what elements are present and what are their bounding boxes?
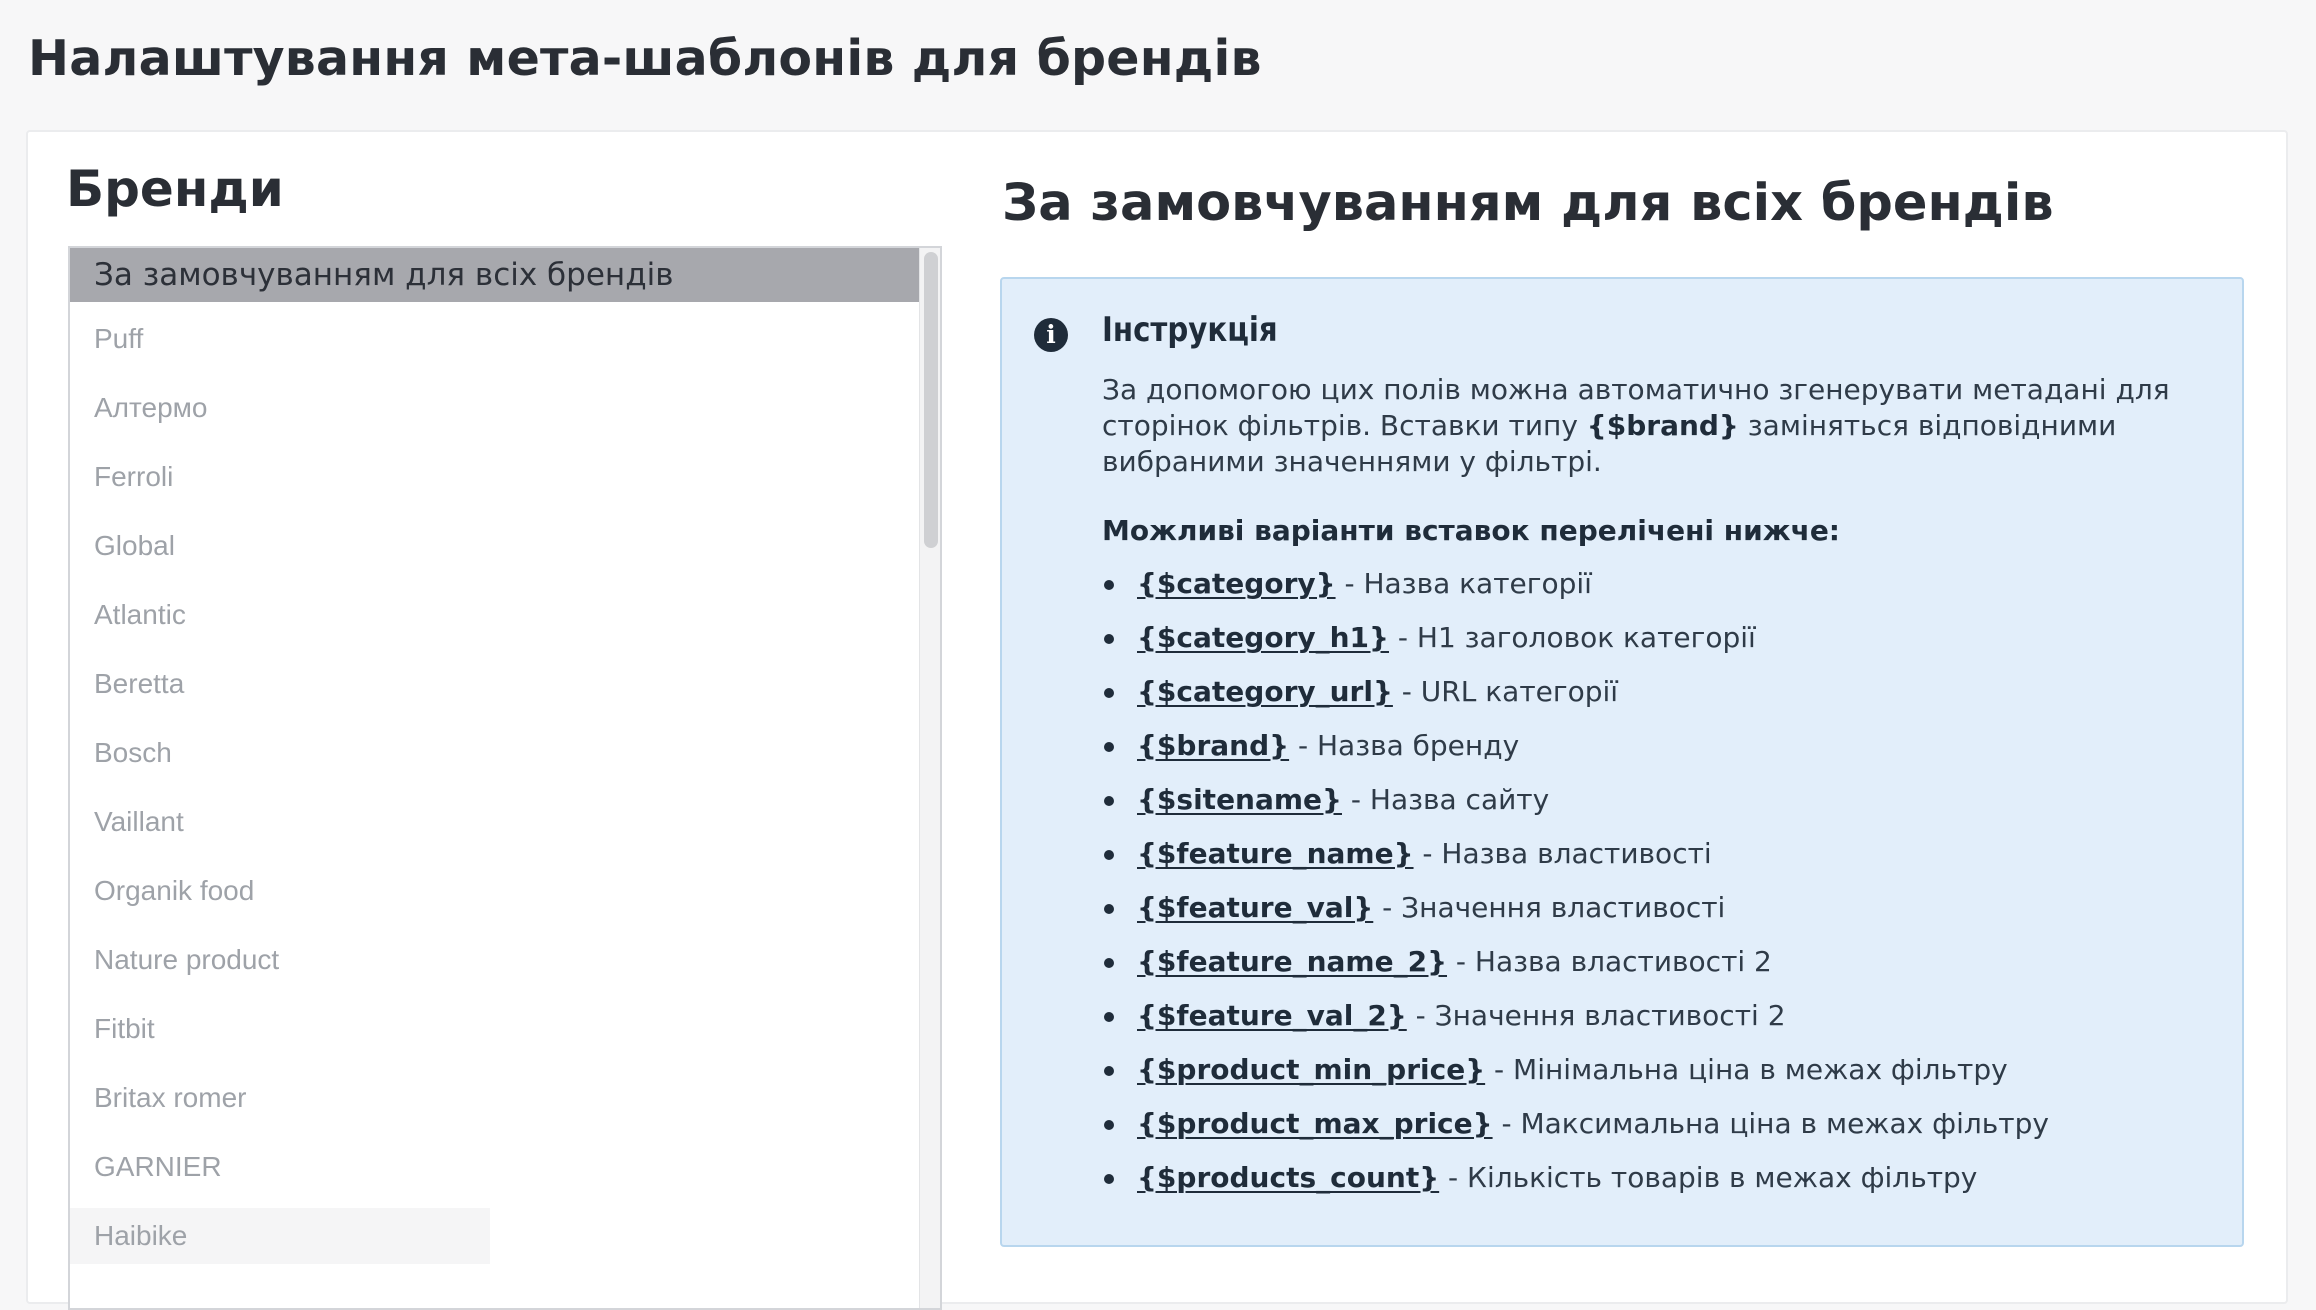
variable-description: - Значення властивості 2 xyxy=(1406,999,1786,1032)
bullet-icon xyxy=(1104,634,1114,644)
variable-description: - Мінімальна ціна в межах фільтру xyxy=(1485,1053,2008,1086)
bullet-icon xyxy=(1104,904,1114,914)
variable-code-link[interactable]: {$product_min_price} xyxy=(1137,1053,1485,1086)
brand-item[interactable]: GARNIER xyxy=(70,1139,920,1195)
variable-code-link[interactable]: {$products_count} xyxy=(1137,1161,1439,1194)
variable-description: - Назва сайту xyxy=(1341,783,1550,816)
bullet-icon xyxy=(1104,1174,1114,1184)
variable-list-item: {$products_count} - Кількість товарів в … xyxy=(1102,1160,2049,1214)
variable-code-link[interactable]: {$feature_name} xyxy=(1137,837,1414,870)
variable-code-link[interactable]: {$product_max_price} xyxy=(1137,1107,1493,1140)
instruction-text: За допомогою цих полів можна автоматично… xyxy=(1102,372,2222,480)
variable-code-link[interactable]: {$feature_name_2} xyxy=(1137,945,1447,978)
variable-list-item: {$feature_val_2} - Значення властивості … xyxy=(1102,998,2049,1052)
bullet-icon xyxy=(1104,850,1114,860)
variable-list-item: {$product_max_price} - Максимальна ціна … xyxy=(1102,1106,2049,1160)
variable-description: - Значення властивості xyxy=(1373,891,1726,924)
brand-item[interactable]: Organik food xyxy=(70,863,920,919)
brand-list-scrollbar[interactable] xyxy=(919,248,940,1308)
brand-item[interactable]: Ferroli xyxy=(70,449,920,505)
brands-heading: Бренди xyxy=(66,160,284,218)
brand-list[interactable]: За замовчуванням для всіх брендів Puff Алт… xyxy=(68,246,942,1310)
instruction-text-code: {$brand} xyxy=(1586,409,1739,442)
variable-code-link[interactable]: {$category_h1} xyxy=(1137,621,1389,654)
variable-description: - Максимальна ціна в межах фільтру xyxy=(1492,1107,2049,1140)
variables-list: {$category} - Назва категорії {$category_… xyxy=(1102,566,2049,1214)
brand-item[interactable]: Haibike xyxy=(70,1208,490,1264)
brand-item[interactable]: Puff xyxy=(70,311,920,367)
bullet-icon xyxy=(1104,742,1114,752)
variable-list-item: {$category_url} - URL категорії xyxy=(1102,674,2049,728)
bullet-icon xyxy=(1104,1012,1114,1022)
variable-description: - URL категорії xyxy=(1392,675,1619,708)
scrollbar-thumb[interactable] xyxy=(924,252,938,548)
variable-code-link[interactable]: {$feature_val} xyxy=(1137,891,1373,924)
variable-description: - Назва категорії xyxy=(1335,567,1592,600)
brand-item-default[interactable]: За замовчуванням для всіх брендів xyxy=(70,248,920,302)
selected-brand-title: За замовчуванням для всіх брендів xyxy=(1002,174,2054,233)
variable-list-item: {$feature_name_2} - Назва властивості 2 xyxy=(1102,944,2049,998)
brand-item[interactable]: Vaillant xyxy=(70,794,920,850)
brand-item[interactable]: Fitbit xyxy=(70,1001,920,1057)
variable-list-item: {$feature_name} - Назва властивості xyxy=(1102,836,2049,890)
brand-item[interactable]: Beretta xyxy=(70,656,920,712)
variable-description: - Назва властивості xyxy=(1413,837,1712,870)
info-icon: i xyxy=(1034,318,1068,352)
variants-heading: Можливі варіанти вставок перелічені нижч… xyxy=(1102,514,1841,547)
brand-item[interactable]: Global xyxy=(70,518,920,574)
variable-code-link[interactable]: {$feature_val_2} xyxy=(1137,999,1407,1032)
bullet-icon xyxy=(1104,1120,1114,1130)
bullet-icon xyxy=(1104,796,1114,806)
variable-description: - Кількість товарів в межах фільтру xyxy=(1439,1161,1978,1194)
variable-list-item: {$category_h1} - H1 заголовок категорії xyxy=(1102,620,2049,674)
variable-code-link[interactable]: {$category_url} xyxy=(1137,675,1393,708)
bullet-icon xyxy=(1104,958,1114,968)
page-title: Налаштування мета-шаблонів для брендів xyxy=(28,30,1262,87)
variable-list-item: {$brand} - Назва бренду xyxy=(1102,728,2049,782)
variable-code-link[interactable]: {$brand} xyxy=(1137,729,1289,762)
brand-item[interactable]: Nature product xyxy=(70,932,920,988)
brand-item[interactable]: Алтермо xyxy=(70,380,920,436)
instruction-title: Інструкція xyxy=(1102,310,1278,350)
variable-code-link[interactable]: {$sitename} xyxy=(1137,783,1342,816)
variable-list-item: {$feature_val} - Значення властивості xyxy=(1102,890,2049,944)
brand-item[interactable]: Atlantic xyxy=(70,587,920,643)
brand-item[interactable]: Bosch xyxy=(70,725,920,781)
bullet-icon xyxy=(1104,688,1114,698)
bullet-icon xyxy=(1104,1066,1114,1076)
variable-code-link[interactable]: {$category} xyxy=(1137,567,1336,600)
variable-list-item: {$product_min_price} - Мінімальна ціна в… xyxy=(1102,1052,2049,1106)
variable-list-item: {$sitename} - Назва сайту xyxy=(1102,782,2049,836)
variable-description: - Назва бренду xyxy=(1289,729,1520,762)
brand-item[interactable]: Britax romer xyxy=(70,1070,920,1126)
variable-description: - Назва властивості 2 xyxy=(1447,945,1772,978)
variable-list-item: {$category} - Назва категорії xyxy=(1102,566,2049,620)
bullet-icon xyxy=(1104,580,1114,590)
variable-description: - H1 заголовок категорії xyxy=(1388,621,1756,654)
